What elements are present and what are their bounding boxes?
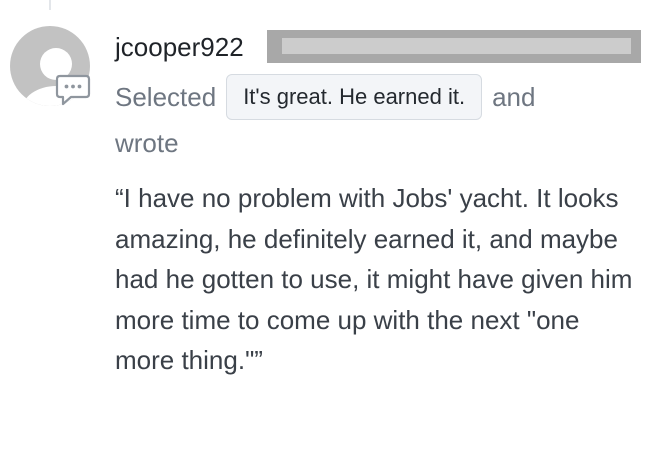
- comment-username[interactable]: jcooper922: [115, 30, 244, 64]
- selection-line: Selected It's great. He earned it. and: [115, 72, 535, 122]
- wrote-label: wrote: [115, 128, 179, 158]
- and-label: and: [492, 82, 536, 112]
- thread-connector-line: [49, 0, 51, 10]
- selected-label: Selected: [115, 82, 217, 112]
- comment-quote-text: “I have no problem with Jobs' yacht. It …: [115, 183, 633, 375]
- selected-option-chip: It's great. He earned it.: [226, 74, 483, 120]
- comment-bubble-icon: [54, 72, 92, 108]
- redacted-bar-inner: [282, 38, 631, 54]
